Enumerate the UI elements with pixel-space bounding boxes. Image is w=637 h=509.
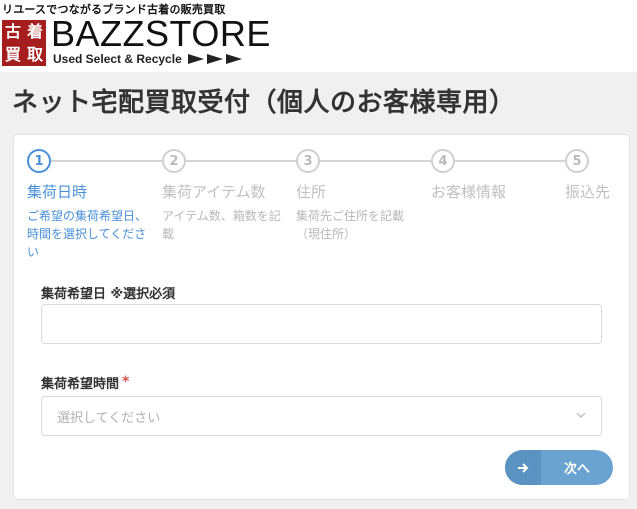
logo-char: 着 <box>26 21 43 41</box>
site-header: リユースでつながるブランド古着の販売買取 古 着 買 取 BAZZSTORE U… <box>0 0 637 72</box>
step-connector <box>320 160 431 162</box>
logo-mark[interactable]: 古 着 買 取 <box>2 20 46 66</box>
collection-time-label-text: 集荷希望時間 <box>41 377 120 392</box>
collection-date-label: 集荷希望日 ※選択必須 <box>41 287 176 302</box>
triangle-icon <box>226 54 243 64</box>
logo-char: 取 <box>26 44 43 64</box>
step-3-description: 集荷先ご住所を記載（現住所） <box>296 209 405 241</box>
chevron-down-icon <box>576 412 586 418</box>
page-title: ネット宅配買取受付（個人のお客様専用） <box>12 88 516 118</box>
triangle-icon <box>207 54 224 64</box>
step-5-label[interactable]: 振込先 <box>565 181 610 202</box>
step-2-circle[interactable]: 2 <box>162 149 186 173</box>
step-3-circle[interactable]: 3 <box>296 149 320 173</box>
collection-date-input[interactable] <box>41 304 602 344</box>
step-4-circle[interactable]: 4 <box>431 149 455 173</box>
collection-time-placeholder: 選択してください <box>57 411 161 426</box>
next-button-label: 次へ <box>563 462 590 477</box>
step-5-circle[interactable]: 5 <box>565 149 589 173</box>
collection-time-label: 集荷希望時間 * <box>41 373 129 392</box>
brand-name[interactable]: BAZZSTORE <box>51 16 271 52</box>
next-button[interactable]: 次へ <box>505 450 613 485</box>
step-2-label[interactable]: 集荷アイテム数 <box>162 181 266 202</box>
arrow-right-icon <box>505 450 541 485</box>
step-3-label[interactable]: 住所 <box>296 181 326 202</box>
step-connector <box>455 160 565 162</box>
brand-subtitle-text: Used Select & Recycle <box>53 52 182 66</box>
step-1-description: ご希望の集荷希望日、時間を選択してください <box>27 209 148 259</box>
step-connector <box>51 160 162 162</box>
collection-time-select[interactable]: 選択してください <box>41 396 602 436</box>
step-1-circle[interactable]: 1 <box>27 149 51 173</box>
logo-char: 買 <box>4 44 21 64</box>
step-1-label[interactable]: 集荷日時 <box>27 181 87 202</box>
step-2-description: アイテム数、箱数を記載 <box>162 209 281 241</box>
brand-subtitle: Used Select & Recycle <box>53 52 243 66</box>
step-connector <box>186 160 296 162</box>
step-4-label[interactable]: お客様情報 <box>431 181 506 202</box>
triangle-icon <box>188 54 205 64</box>
required-mark: * <box>122 374 130 390</box>
logo-char: 古 <box>4 21 21 41</box>
